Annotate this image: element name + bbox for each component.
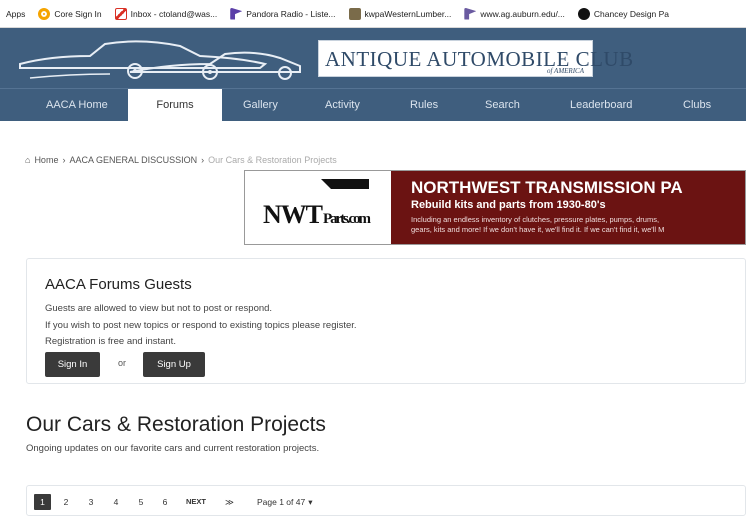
page-of-label: Page 1 of 47	[257, 497, 306, 507]
page-title: Our Cars & Restoration Projects	[26, 413, 326, 436]
site-logo[interactable]: ANTIQUE AUTOMOBILE CLUB of AMERICA	[318, 40, 633, 77]
nav-aaca-home[interactable]: AACA Home	[46, 89, 108, 122]
page-6-button[interactable]: 6	[160, 494, 170, 510]
page-4-button[interactable]: 4	[111, 494, 121, 510]
last-page-button[interactable]: ≫	[225, 494, 234, 510]
guests-line-2: If you wish to post new topics or respon…	[45, 320, 357, 331]
bookmark-pandora[interactable]: Pandora Radio - Liste...	[230, 7, 336, 20]
page: Apps Core Sign In Inbox - ctoland@was...…	[0, 0, 746, 521]
guests-line-1: Guests are allowed to view but not to po…	[45, 303, 273, 314]
pandora-icon	[230, 7, 243, 20]
bookmark-label: Chancey Design Pa	[593, 8, 670, 19]
nav-gallery[interactable]: Gallery	[243, 89, 278, 122]
breadcrumb-home[interactable]: Home	[34, 155, 58, 165]
logo-subtitle: of AMERICA	[546, 67, 584, 75]
auburn-icon	[464, 7, 477, 20]
or-label: or	[118, 358, 127, 368]
lumber-icon	[348, 7, 361, 20]
nwtparts-logo-icon: NWT Parts.com	[261, 175, 373, 240]
bookmark-apps[interactable]: Apps	[6, 9, 25, 19]
guests-title: AACA Forums Guests	[45, 276, 192, 293]
breadcrumb: ⌂ Home › AACA GENERAL DISCUSSION › Our C…	[25, 155, 337, 165]
breadcrumb-separator: ›	[201, 155, 205, 165]
logo-text: ANTIQUE AUTOMOBILE CLUB	[325, 47, 634, 71]
page-1-button[interactable]: 1	[34, 494, 51, 510]
sign-up-button[interactable]: Sign Up	[143, 352, 205, 377]
nav-forums[interactable]: Forums	[128, 89, 222, 122]
banner-body-line2: gears, kits and more! If we don't have i…	[411, 225, 665, 234]
bookmark-lumber[interactable]: kwpaWesternLumber...	[348, 7, 452, 20]
bookmark-label: Inbox - ctoland@was...	[130, 8, 218, 19]
guests-line-3: Registration is free and instant.	[45, 336, 176, 347]
nav-substrip	[0, 121, 746, 147]
next-page-button[interactable]: NEXT	[186, 494, 206, 510]
nav-clubs[interactable]: Clubs	[683, 89, 711, 122]
page-5-button[interactable]: 5	[136, 494, 146, 510]
banner-ad[interactable]: NWT Parts.com NORTHWEST TRANSMISSION PA …	[244, 170, 746, 245]
home-icon[interactable]: ⌂	[25, 155, 30, 165]
banner-subheadline: Rebuild kits and parts from 1930-80's	[411, 199, 606, 211]
bookmark-auburn[interactable]: www.ag.auburn.edu/...	[464, 7, 565, 20]
pagination: 1 2 3 4 5 6 NEXT ≫ Page 1 of 47 ▾	[26, 485, 746, 516]
chevron-down-icon: ▾	[308, 497, 313, 507]
breadcrumb-separator: ›	[62, 155, 66, 165]
banner-text-panel: NORTHWEST TRANSMISSION PA Rebuild kits a…	[391, 171, 745, 244]
breadcrumb-current: Our Cars & Restoration Projects	[208, 155, 337, 165]
core-icon	[38, 7, 51, 20]
banner-headline: NORTHWEST TRANSMISSION PA	[411, 178, 683, 197]
nav-rules[interactable]: Rules	[410, 89, 438, 122]
gmail-icon	[114, 7, 127, 20]
bookmark-inbox[interactable]: Inbox - ctoland@was...	[114, 7, 218, 20]
guests-notice: AACA Forums Guests Guests are allowed to…	[26, 258, 746, 384]
bookmarks-bar: Apps Core Sign In Inbox - ctoland@was...…	[0, 0, 746, 28]
antique-cars-logo-icon[interactable]	[10, 34, 310, 86]
bookmark-label: kwpaWesternLumber...	[364, 8, 452, 19]
page-3-button[interactable]: 3	[86, 494, 96, 510]
bookmark-label: Pandora Radio - Liste...	[246, 8, 336, 19]
page-2-button[interactable]: 2	[61, 494, 71, 510]
bookmark-chancey[interactable]: Chancey Design Pa	[577, 7, 670, 20]
nav-leaderboard[interactable]: Leaderboard	[570, 89, 632, 122]
page-jump-dropdown[interactable]: Page 1 of 47 ▾	[257, 494, 313, 510]
page-description: Ongoing updates on our favorite cars and…	[26, 443, 320, 454]
svg-text:Parts.com: Parts.com	[323, 211, 372, 227]
bookmark-label: Apps	[6, 8, 26, 19]
bookmark-core-sign-in[interactable]: Core Sign In	[38, 7, 102, 20]
chancey-icon	[577, 7, 590, 20]
banner-body-line1: Including an endless inventory of clutch…	[411, 215, 660, 224]
main-nav: AACA Home Forums Gallery Activity Rules …	[0, 88, 746, 122]
bookmark-label: Core Sign In	[54, 8, 102, 19]
sign-in-button[interactable]: Sign In	[45, 352, 100, 377]
breadcrumb-forum[interactable]: AACA GENERAL DISCUSSION	[69, 155, 197, 165]
svg-text:NWT: NWT	[263, 200, 323, 229]
nav-activity[interactable]: Activity	[325, 89, 360, 122]
nav-search[interactable]: Search	[485, 89, 520, 122]
bookmark-label: www.ag.auburn.edu/...	[480, 8, 565, 19]
